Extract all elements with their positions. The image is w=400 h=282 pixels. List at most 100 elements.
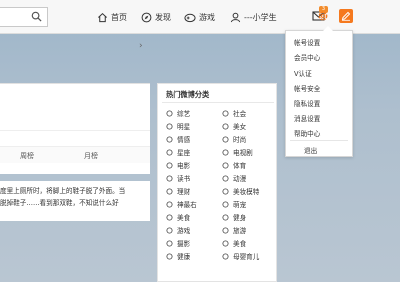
anime-icon xyxy=(222,174,229,182)
makeup-icon xyxy=(222,187,229,195)
category-label: 萌宠 xyxy=(233,201,247,209)
user-icon xyxy=(230,12,241,22)
edit-icon xyxy=(341,11,351,21)
tv-icon xyxy=(222,148,229,156)
menu-divider xyxy=(290,140,348,141)
category-item[interactable]: 动漫 xyxy=(222,173,246,183)
category-label: 美女 xyxy=(233,123,247,131)
variety-icon xyxy=(166,109,173,117)
health-icon xyxy=(166,252,173,260)
book-icon xyxy=(166,174,173,182)
top-navigation-bar: 首页 发现 游戏 ---小学生 3 xyxy=(0,0,400,34)
funny-icon xyxy=(166,200,173,208)
category-label: 神最右 xyxy=(177,201,197,209)
search-input[interactable] xyxy=(0,7,48,27)
category-item[interactable]: 电视剧 xyxy=(222,147,253,157)
category-label: 摄影 xyxy=(177,240,191,248)
nav-profile[interactable]: ---小学生 xyxy=(230,9,277,25)
category-label: 电视剧 xyxy=(233,149,253,157)
menu-item-account-settings[interactable]: 帐号设置 xyxy=(294,37,320,47)
category-label: 综艺 xyxy=(177,110,191,118)
heart-icon xyxy=(166,135,173,143)
category-label: 母婴育儿 xyxy=(233,253,260,261)
hot-list-row[interactable] xyxy=(0,108,150,131)
category-label: 星座 xyxy=(177,149,191,157)
category-item[interactable]: 旅游 xyxy=(222,225,246,235)
nav-profile-label: ---小学生 xyxy=(244,12,277,22)
beauty-icon xyxy=(222,122,229,130)
chevron-right-icon[interactable]: › xyxy=(139,41,143,51)
category-label: 美食 xyxy=(177,214,191,222)
tab-monthly[interactable]: 月榜 xyxy=(84,151,98,161)
category-label: 健康 xyxy=(177,253,191,261)
category-item[interactable]: 综艺 xyxy=(166,108,190,118)
category-item[interactable]: 时尚 xyxy=(222,134,246,144)
pet-icon xyxy=(222,200,229,208)
feed-post: 度里上厕所时，将脚上的鞋子脱了外面。当 脱掉鞋子……看到那双鞋，不知说什么好 xyxy=(0,181,150,221)
category-label: 游戏 xyxy=(177,227,191,235)
society-icon xyxy=(222,109,229,117)
category-label: 电影 xyxy=(177,162,191,170)
nav-games[interactable]: 游戏 xyxy=(184,9,215,25)
category-item[interactable]: 神最右 xyxy=(166,199,197,209)
category-item[interactable]: 美女 xyxy=(222,121,246,131)
category-item[interactable]: 美食 xyxy=(222,238,246,248)
category-item[interactable]: 健康 xyxy=(166,251,190,261)
category-label: 美食 xyxy=(233,240,247,248)
baby-icon xyxy=(222,252,229,260)
menu-item-privacy-settings[interactable]: 隐私设置 xyxy=(294,98,320,108)
category-label: 美妆模特 xyxy=(233,188,260,196)
category-item[interactable]: 社会 xyxy=(222,108,246,118)
category-label: 明星 xyxy=(177,123,191,131)
category-item[interactable]: 星座 xyxy=(166,147,190,157)
category-item[interactable]: 明星 xyxy=(166,121,190,131)
menu-pointer xyxy=(323,26,333,31)
settings-dropdown-menu: 帐号设置 会员中心 V认证 帐号安全 隐私设置 消息设置 帮助中心 退出 xyxy=(285,26,353,157)
category-label: 健身 xyxy=(233,214,247,222)
category-item[interactable]: 情感 xyxy=(166,134,190,144)
category-item[interactable]: 电影 xyxy=(166,160,190,170)
category-label: 读书 xyxy=(177,175,191,183)
fashion-icon xyxy=(222,135,229,143)
nav-home[interactable]: 首页 xyxy=(97,9,127,25)
menu-item-account-security[interactable]: 帐号安全 xyxy=(294,83,320,93)
category-label: 情感 xyxy=(177,136,191,144)
category-item[interactable]: 美食 xyxy=(166,212,190,222)
category-item[interactable]: 健身 xyxy=(222,212,246,222)
menu-item-verification[interactable]: V认证 xyxy=(294,68,312,78)
category-item[interactable]: 母婴育儿 xyxy=(222,251,259,261)
movie-icon xyxy=(166,161,173,169)
gear-icon[interactable] xyxy=(317,10,329,22)
category-item[interactable]: 体育 xyxy=(222,160,246,170)
menu-item-vip-center[interactable]: 会员中心 xyxy=(294,52,320,62)
sports-icon xyxy=(222,161,229,169)
hot-categories-panel: 热门微博分类 综艺 社会明星 美女情感 时尚星座 电视剧电影 体育读书 动漫理财 美妆模特神最… xyxy=(157,83,277,282)
category-item[interactable]: 读书 xyxy=(166,173,190,183)
category-item[interactable]: 美妆模特 xyxy=(222,186,259,196)
category-item[interactable]: 萌宠 xyxy=(222,199,246,209)
camera-icon xyxy=(166,239,173,247)
category-item[interactable]: 游戏 xyxy=(166,225,190,235)
category-item[interactable]: 理财 xyxy=(166,186,190,196)
travel-icon xyxy=(222,226,229,234)
gamepad-icon xyxy=(184,13,196,22)
tab-weekly[interactable]: 周榜 xyxy=(20,151,34,161)
categories-title: 热门微博分类 xyxy=(166,90,210,99)
compose-button[interactable] xyxy=(339,9,353,23)
menu-item-help-center[interactable]: 帮助中心 xyxy=(294,128,320,138)
category-label: 理财 xyxy=(177,188,191,196)
search-icon[interactable] xyxy=(31,11,42,22)
home-icon xyxy=(98,12,107,22)
post-text-line-1: 度里上厕所时，将脚上的鞋子脱了外面。当 xyxy=(0,187,126,195)
menu-item-logout[interactable]: 退出 xyxy=(304,145,317,155)
menu-item-message-settings[interactable]: 消息设置 xyxy=(294,113,320,123)
category-label: 动漫 xyxy=(233,175,247,183)
divider xyxy=(162,102,274,103)
category-label: 体育 xyxy=(233,162,247,170)
category-item[interactable]: 摄影 xyxy=(166,238,190,248)
nav-games-label: 游戏 xyxy=(199,12,215,22)
nav-home-label: 首页 xyxy=(111,12,127,22)
category-label: 社会 xyxy=(233,110,247,118)
nav-discover[interactable]: 发现 xyxy=(141,9,171,25)
game-icon xyxy=(166,226,173,234)
